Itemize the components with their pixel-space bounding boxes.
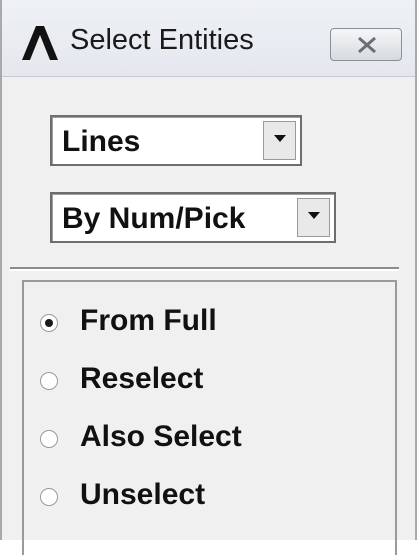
chevron-down-icon [308,212,320,219]
radio-button[interactable] [40,488,58,506]
selection-mode-group: From Full Reselect Also Select Unselect [22,280,397,555]
radio-selected-dot [45,319,53,327]
ansys-logo-icon [22,26,58,60]
select-entities-dialog: Select Entities Lines By Num/Pick From F… [0,0,417,555]
close-icon [358,36,376,54]
entity-type-dropdown-arrow[interactable] [263,121,296,160]
chevron-down-icon [274,135,286,142]
radio-unselect[interactable]: Unselect [24,476,384,520]
window-title: Select Entities [70,24,254,56]
radio-label: Unselect [80,478,206,511]
radio-button[interactable] [40,314,58,332]
separator [10,267,399,271]
entity-type-dropdown[interactable]: Lines [50,115,302,166]
entity-type-value: Lines [62,125,141,158]
title-bar[interactable]: Select Entities [2,0,415,77]
radio-button[interactable] [40,430,58,448]
close-button[interactable] [330,28,402,61]
radio-from-full[interactable]: From Full [24,302,384,346]
selection-method-value: By Num/Pick [62,202,246,235]
radio-also-select[interactable]: Also Select [24,418,384,462]
radio-button[interactable] [40,372,58,390]
radio-label: Also Select [80,420,242,453]
radio-label: From Full [80,304,217,337]
selection-method-dropdown[interactable]: By Num/Pick [50,192,336,243]
selection-method-dropdown-arrow[interactable] [297,198,330,237]
radio-reselect[interactable]: Reselect [24,360,384,404]
radio-label: Reselect [80,362,204,395]
